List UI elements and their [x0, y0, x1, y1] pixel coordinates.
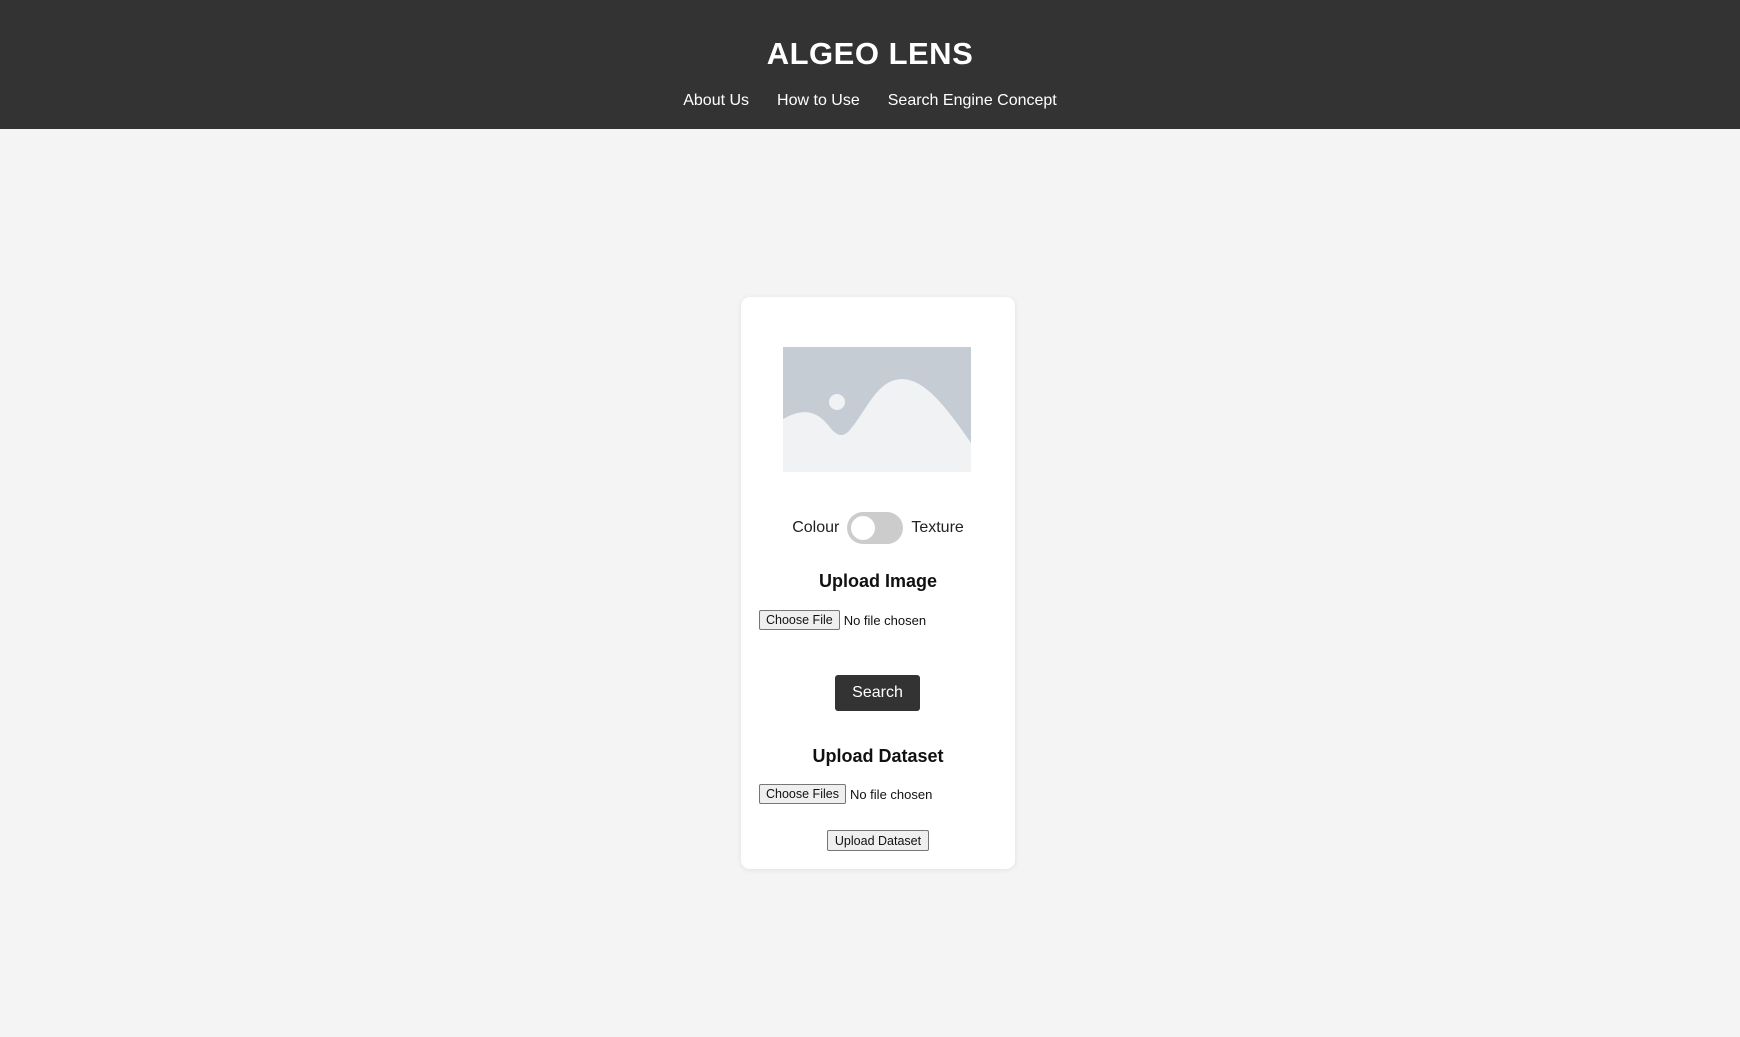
choose-file-button[interactable]: Choose File	[759, 610, 840, 630]
nav-how-to-use[interactable]: How to Use	[777, 92, 860, 110]
toggle-knob	[851, 516, 876, 540]
search-button[interactable]: Search	[835, 675, 920, 711]
toggle-label-texture: Texture	[911, 519, 964, 536]
nav-search-engine-concept[interactable]: Search Engine Concept	[888, 92, 1057, 110]
upload-dataset-button[interactable]: Upload Dataset	[827, 830, 929, 851]
upload-image-title: Upload Image	[818, 571, 938, 591]
nav-about-us[interactable]: About Us	[683, 92, 749, 110]
colour-texture-toggle[interactable]	[847, 512, 904, 544]
dataset-file-status: No file chosen	[849, 786, 933, 802]
image-placeholder-icon	[783, 347, 971, 472]
mode-toggle-row: Colour Texture	[741, 512, 1015, 544]
toggle-label-colour: Colour	[792, 519, 840, 536]
search-card: Colour Texture Upload Image Choose File …	[741, 297, 1015, 869]
choose-files-button[interactable]: Choose Files	[759, 784, 846, 804]
image-file-status: No file chosen	[843, 612, 927, 628]
main-nav: About Us How to Use Search Engine Concep…	[0, 92, 1740, 110]
upload-dataset-title: Upload Dataset	[812, 746, 944, 766]
site-title: ALGEO LENS	[766, 36, 974, 71]
image-file-input: Choose File No file chosen	[759, 610, 926, 630]
dataset-file-input: Choose Files No file chosen	[759, 784, 932, 804]
top-header: ALGEO LENS About Us How to Use Search En…	[0, 0, 1740, 129]
